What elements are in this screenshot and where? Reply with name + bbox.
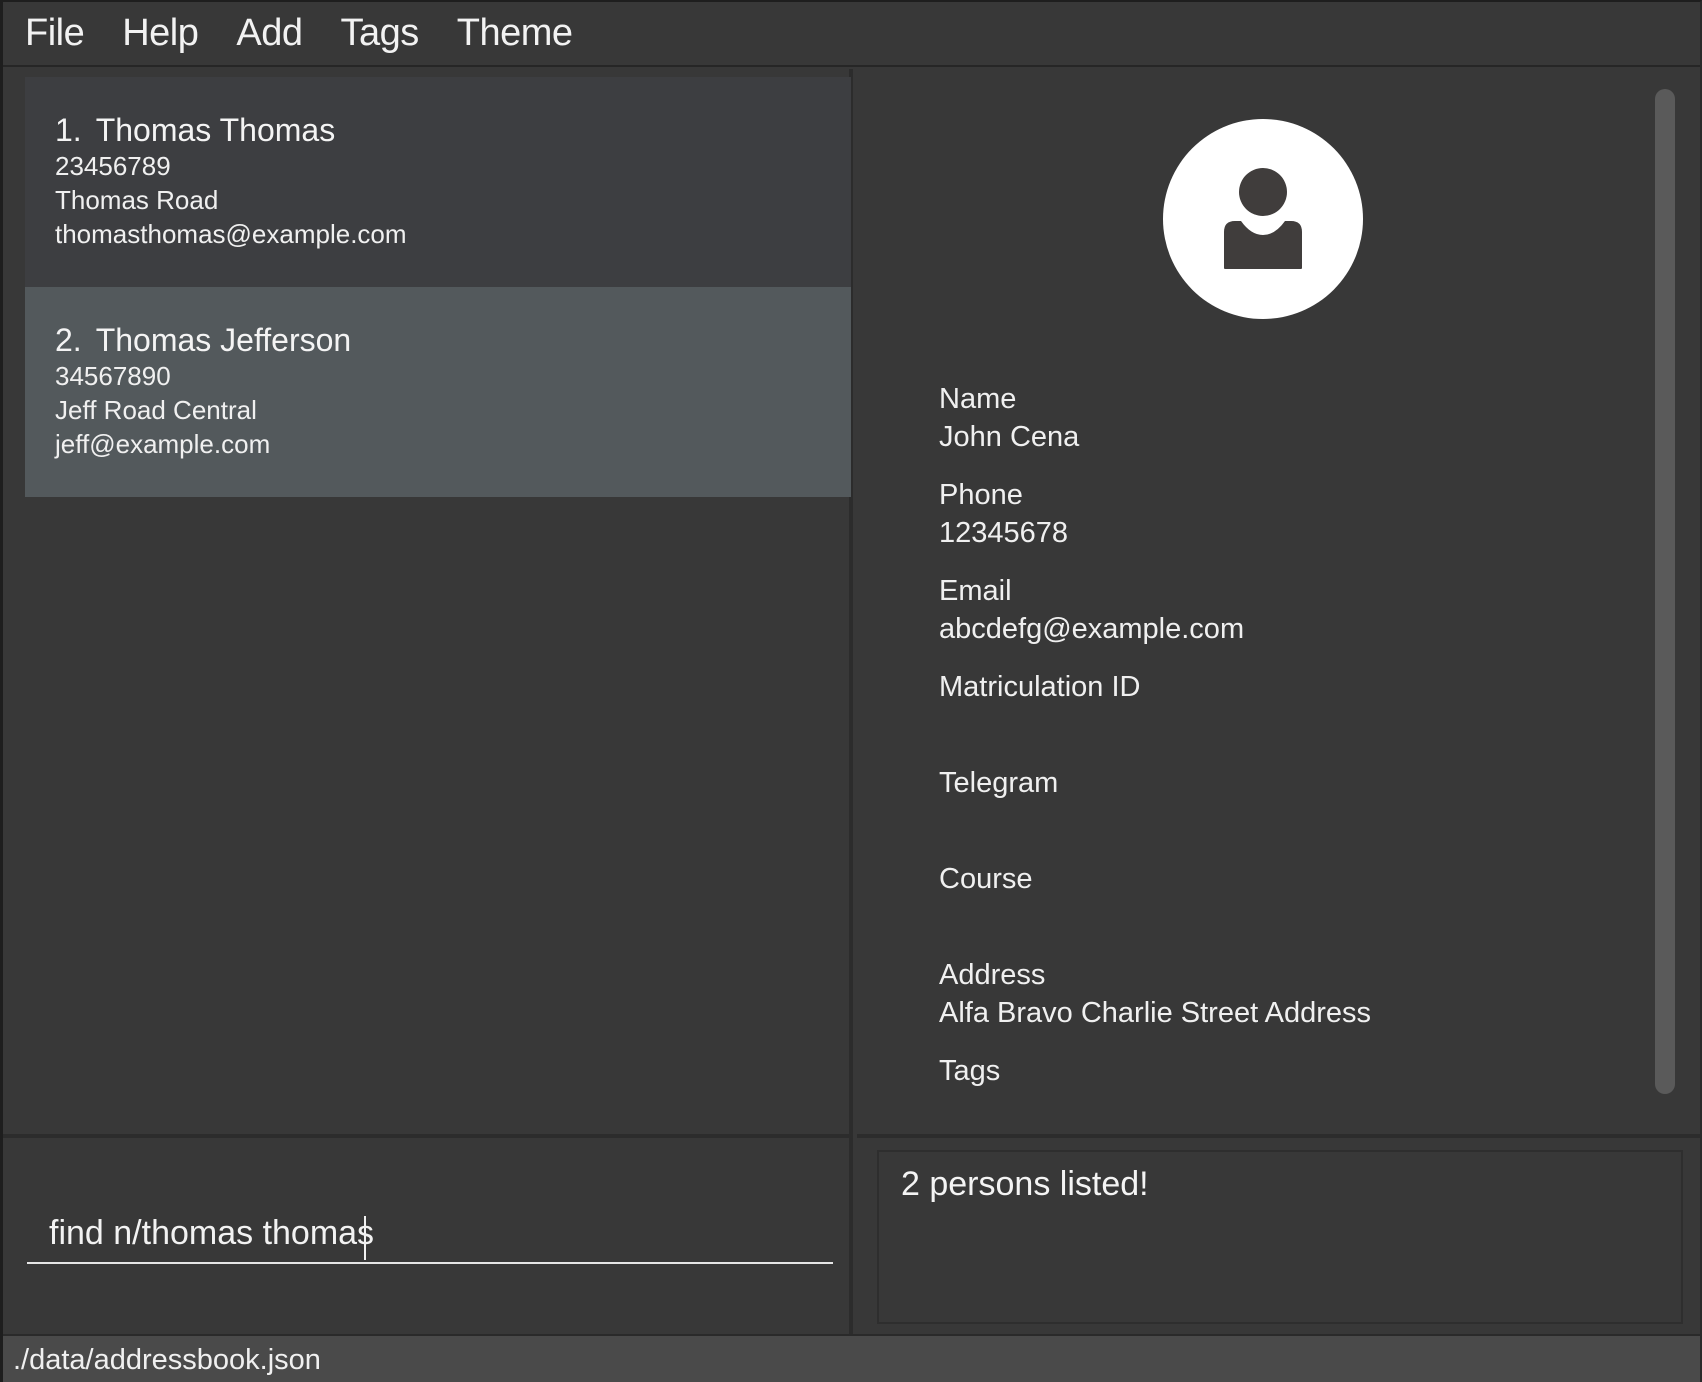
detail-telegram-label: Telegram: [939, 767, 1059, 799]
detail-telegram: Telegram: [939, 765, 1058, 801]
person-card-selected[interactable]: 2. Thomas Jefferson 34567890 Jeff Road Ce…: [25, 287, 851, 497]
detail-scrollbar[interactable]: [1655, 89, 1675, 1094]
detail-name-label: Name: [939, 383, 1017, 415]
person-index: 1.: [55, 112, 82, 148]
detail-email-value: abcdefg@example.com: [939, 613, 1245, 645]
person-name: Thomas Jefferson: [95, 322, 352, 358]
menu-help[interactable]: Help: [122, 12, 199, 55]
menu-theme[interactable]: Theme: [457, 12, 573, 55]
detail-course: Course: [939, 861, 1033, 897]
result-display: 2 persons listed!: [877, 1150, 1683, 1324]
app-window: File Help Add Tags Theme 1. Thomas Thomas…: [0, 0, 1702, 1382]
detail-email-label: Email: [939, 575, 1012, 607]
detail-phone-value: 12345678: [939, 517, 1069, 549]
menu-tags[interactable]: Tags: [341, 12, 420, 55]
menu-bar: File Help Add Tags Theme: [3, 2, 1700, 67]
detail-tags-label: Tags: [939, 1055, 1001, 1087]
person-avatar-icon: [1163, 119, 1363, 319]
save-file-path: ./data/addressbook.json: [13, 1343, 321, 1376]
detail-matriculation: Matriculation ID: [939, 669, 1140, 705]
detail-course-label: Course: [939, 863, 1033, 895]
person-index: 2.: [55, 322, 82, 358]
result-display-area: 2 persons listed!: [857, 1134, 1700, 1334]
detail-tags: Tags: [939, 1053, 1000, 1089]
detail-matriculation-label: Matriculation ID: [939, 671, 1141, 703]
command-input[interactable]: [27, 1208, 833, 1264]
text-caret: [364, 1216, 366, 1260]
detail-address-label: Address: [939, 959, 1046, 991]
detail-address: Address Alfa Bravo Charlie Street Addres…: [939, 957, 1371, 1033]
person-card[interactable]: 1. Thomas Thomas 23456789 Thomas Road tho…: [25, 77, 851, 287]
detail-phone-label: Phone: [939, 479, 1023, 511]
person-card-title: 1. Thomas Thomas: [55, 111, 851, 149]
menu-file[interactable]: File: [25, 12, 85, 55]
menu-add[interactable]: Add: [236, 12, 303, 55]
person-detail-panel: Name John Cena Phone 12345678 Email abcd…: [857, 69, 1700, 1134]
detail-name-value: John Cena: [939, 421, 1080, 453]
detail-address-value: Alfa Bravo Charlie Street Address: [939, 997, 1371, 1029]
result-message: 2 persons listed!: [901, 1165, 1149, 1203]
detail-name: Name John Cena: [939, 381, 1079, 457]
person-phone: 34567890: [55, 361, 171, 391]
command-box-area: [3, 1134, 853, 1334]
detail-email: Email abcdefg@example.com: [939, 573, 1244, 649]
person-address: Jeff Road Central: [55, 395, 257, 425]
person-email: jeff@example.com: [55, 429, 271, 459]
person-card-title: 2. Thomas Jefferson: [55, 321, 851, 359]
person-address: Thomas Road: [55, 185, 219, 215]
person-list-panel: 1. Thomas Thomas 23456789 Thomas Road tho…: [3, 69, 853, 1134]
person-name: Thomas Thomas: [95, 112, 336, 148]
person-phone: 23456789: [55, 151, 171, 181]
status-bar: ./data/addressbook.json: [3, 1334, 1700, 1382]
detail-phone: Phone 12345678: [939, 477, 1068, 553]
person-email: thomasthomas@example.com: [55, 219, 407, 249]
